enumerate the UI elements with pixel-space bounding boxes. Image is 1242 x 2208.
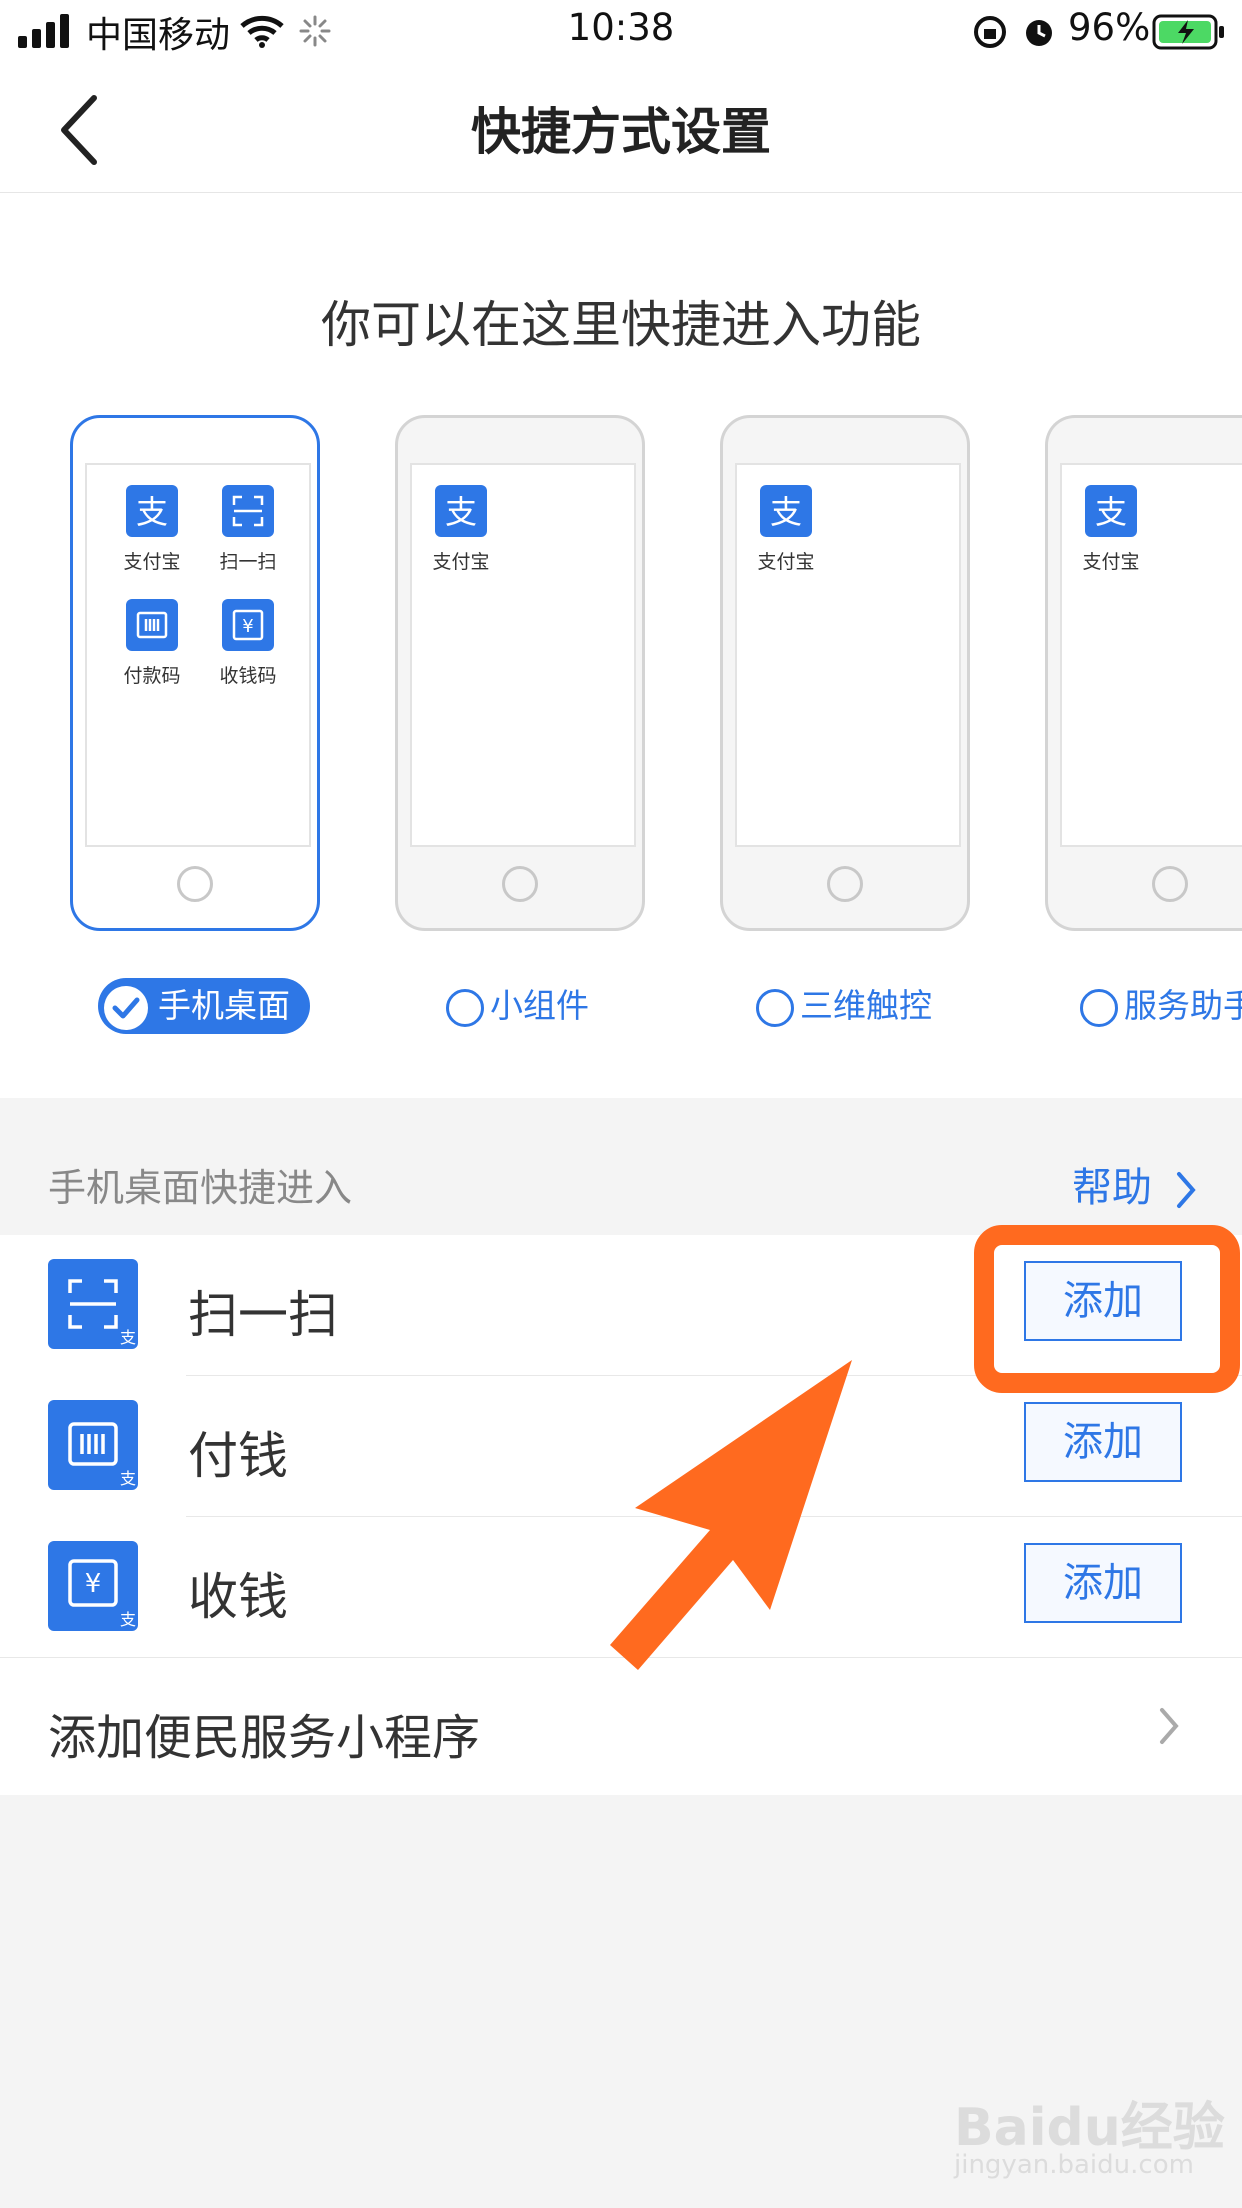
scan-icon bbox=[222, 485, 274, 537]
status-bar: 中国移动 10:38 96% bbox=[0, 0, 1242, 66]
list-item-label: 付钱 bbox=[188, 1427, 288, 1485]
home-button bbox=[827, 866, 863, 902]
shortcut-preview-panel: 你可以在这里快捷进入功能 支 支付宝 扫一扫 付款码 ¥ 收钱码 支 支付宝 支… bbox=[0, 193, 1242, 1098]
option-desktop[interactable]: 手机桌面 bbox=[98, 978, 310, 1034]
option-label: 服务助手 bbox=[1124, 986, 1242, 1025]
help-label: 帮助 bbox=[1072, 1165, 1152, 1211]
svg-text:支: 支 bbox=[120, 1328, 136, 1347]
option-service-assistant[interactable]: 服务助手 bbox=[1080, 978, 1242, 1034]
home-button bbox=[502, 866, 538, 902]
svg-text:支: 支 bbox=[120, 1469, 136, 1488]
phone-preview-widget[interactable]: 支 支付宝 bbox=[395, 415, 645, 931]
home-button bbox=[1152, 866, 1188, 902]
svg-text:支: 支 bbox=[445, 493, 477, 531]
add-button[interactable]: 添加 bbox=[1024, 1543, 1182, 1623]
chevron-right-icon bbox=[1176, 1172, 1196, 1208]
svg-text:支: 支 bbox=[120, 1610, 136, 1629]
home-button bbox=[177, 866, 213, 902]
option-label: 小组件 bbox=[490, 986, 589, 1025]
mini-app-alipay: 支 支付宝 bbox=[1066, 485, 1156, 574]
radio-icon bbox=[1080, 988, 1118, 1027]
highlight-box bbox=[974, 1225, 1240, 1393]
page-title: 快捷方式设置 bbox=[471, 103, 771, 161]
phone-screen: 支 支付宝 扫一扫 付款码 ¥ 收钱码 bbox=[85, 463, 311, 847]
yuan-icon: ¥ 支 bbox=[48, 1541, 138, 1631]
battery-icon bbox=[1152, 14, 1224, 50]
option-3d-touch[interactable]: 三维触控 bbox=[756, 978, 932, 1034]
svg-text:支: 支 bbox=[1095, 493, 1127, 531]
mini-app-pay-code: 付款码 bbox=[107, 599, 197, 688]
phone-screen: 支 支付宝 bbox=[1060, 463, 1242, 847]
alipay-icon: 支 bbox=[126, 485, 178, 537]
battery-percent: 96% bbox=[1068, 6, 1151, 49]
svg-text:支: 支 bbox=[770, 493, 802, 531]
radio-icon bbox=[446, 988, 484, 1027]
alipay-icon: 支 bbox=[1085, 485, 1137, 537]
phone-preview-service-assistant[interactable]: 支 支付宝 bbox=[1045, 415, 1242, 931]
watermark-logo: Baidu经验 bbox=[954, 2098, 1225, 2158]
mini-program-label: 添加便民服务小程序 bbox=[48, 1710, 481, 1766]
add-button[interactable]: 添加 bbox=[1024, 1402, 1182, 1482]
svg-text:¥: ¥ bbox=[242, 616, 253, 637]
phone-screen: 支 支付宝 bbox=[410, 463, 636, 847]
svg-text:支: 支 bbox=[136, 493, 168, 531]
mini-app-alipay: 支 支付宝 bbox=[107, 485, 197, 574]
help-link[interactable]: 帮助 bbox=[1072, 1155, 1199, 1213]
barcode-icon bbox=[126, 599, 178, 651]
list-item-label: 收钱 bbox=[188, 1568, 288, 1626]
rotation-lock-icon bbox=[974, 16, 1006, 48]
option-widget[interactable]: 小组件 bbox=[446, 978, 589, 1034]
yuan-icon: ¥ bbox=[222, 599, 274, 651]
option-label: 三维触控 bbox=[800, 986, 932, 1025]
phone-preview-3d-touch[interactable]: 支 支付宝 bbox=[720, 415, 970, 931]
list-item-label: 扫一扫 bbox=[188, 1286, 338, 1344]
checkmark-icon bbox=[104, 985, 148, 1030]
phone-preview-desktop[interactable]: 支 支付宝 扫一扫 付款码 ¥ 收钱码 bbox=[70, 415, 320, 931]
navigation-bar: 快捷方式设置 bbox=[0, 66, 1242, 193]
phone-screen: 支 支付宝 bbox=[735, 463, 961, 847]
barcode-icon: 支 bbox=[48, 1400, 138, 1490]
pointer-arrow-icon bbox=[610, 1360, 852, 1670]
preview-headline: 你可以在这里快捷进入功能 bbox=[321, 296, 921, 354]
mini-app-alipay: 支 支付宝 bbox=[741, 485, 831, 574]
radio-icon bbox=[756, 988, 794, 1027]
watermark-url: jingyan.baidu.com bbox=[954, 2150, 1194, 2180]
add-mini-program-link[interactable]: 添加便民服务小程序 bbox=[0, 1658, 1242, 1795]
alipay-icon: 支 bbox=[760, 485, 812, 537]
svg-text:¥: ¥ bbox=[85, 1569, 102, 1599]
section-title: 手机桌面快捷进入 bbox=[48, 1166, 353, 1210]
mini-app-receive-code: ¥ 收钱码 bbox=[203, 599, 293, 688]
scan-icon: 支 bbox=[48, 1259, 138, 1349]
chevron-right-icon bbox=[1160, 1708, 1179, 1744]
alipay-icon: 支 bbox=[435, 485, 487, 537]
alarm-icon bbox=[1026, 20, 1052, 46]
mini-app-alipay: 支 支付宝 bbox=[416, 485, 506, 574]
option-label: 手机桌面 bbox=[158, 986, 290, 1025]
mini-app-scan: 扫一扫 bbox=[203, 485, 293, 574]
